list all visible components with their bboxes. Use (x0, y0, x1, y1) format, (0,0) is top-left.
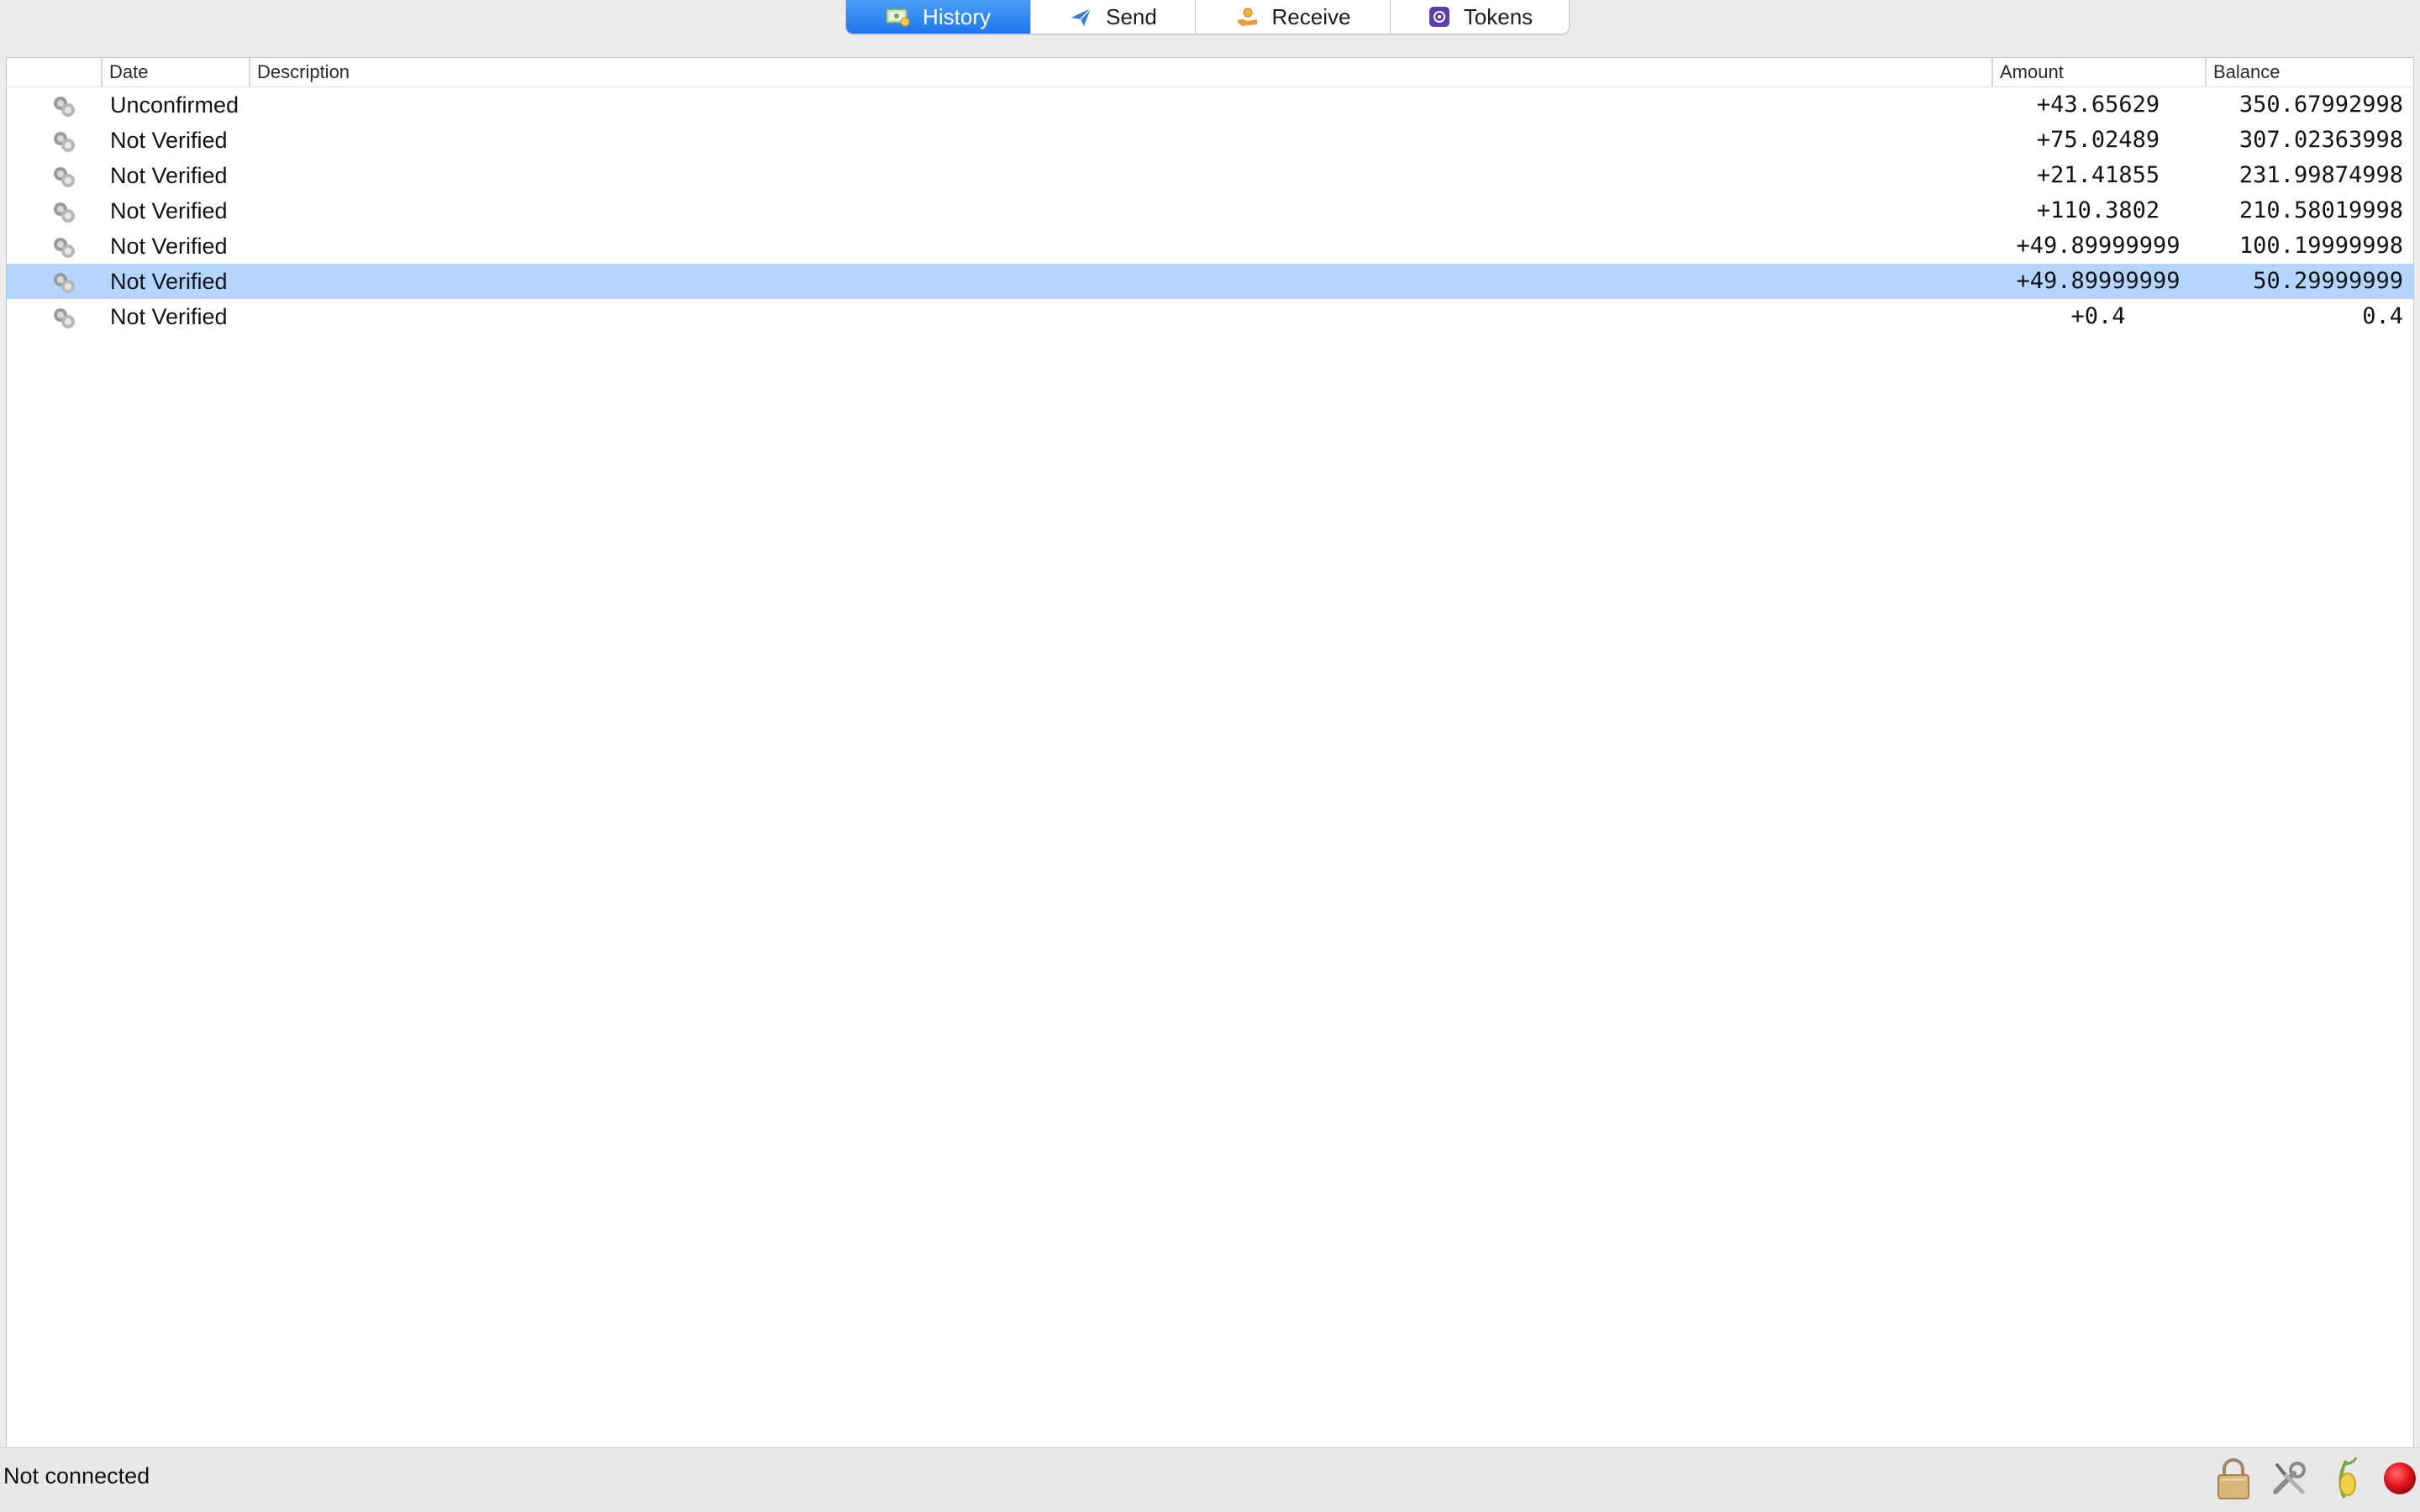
column-header-date[interactable]: Date (101, 58, 249, 87)
table-body: Unconfirmed +43.65629 350.67992998 Not V… (7, 87, 2413, 334)
transaction-status-icon (50, 93, 77, 117)
table-header: Date Description Amount Balance (7, 58, 2413, 87)
wallet-window: History Send Receive Tokens Date Descrip… (0, 0, 2420, 1512)
row-balance: 210.58019998 (2238, 197, 2403, 223)
tab-tokens-label: Tokens (1463, 3, 1534, 29)
row-balance: 307.02363998 (2238, 127, 2403, 153)
row-date: Not Verified (110, 163, 228, 188)
status-bar: Not connected (0, 1447, 2420, 1512)
network-status-icon[interactable] (2380, 1455, 2420, 1502)
row-amount: +0.4 (2070, 303, 2126, 329)
table-row[interactable]: Not Verified +0.4 0.4 (7, 299, 2413, 334)
row-balance: 231.99874998 (2238, 162, 2403, 188)
row-amount: +110.3802 (2036, 197, 2160, 223)
history-icon (886, 6, 911, 28)
transaction-status-icon (50, 199, 77, 223)
table-row[interactable]: Not Verified +21.41855 231.99874998 (7, 158, 2413, 193)
row-amount: +49.89999999 (2016, 268, 2181, 294)
row-balance: 350.67992998 (2238, 92, 2403, 118)
receive-icon (1235, 6, 1260, 28)
row-date: Not Verified (110, 234, 228, 259)
connection-status: Not connected (3, 1463, 150, 1488)
row-amount: +75.02489 (2036, 127, 2160, 153)
tab-send-label: Send (1106, 3, 1157, 29)
column-header-description[interactable]: Description (249, 58, 1991, 87)
transaction-status-icon (50, 164, 77, 187)
tab-send[interactable]: Send (1031, 0, 1196, 34)
column-header-amount[interactable]: Amount (1991, 58, 2205, 87)
transaction-status-icon (50, 234, 77, 258)
row-balance: 0.4 (2362, 303, 2403, 329)
row-date: Not Verified (110, 269, 228, 294)
table-row[interactable]: Not Verified +75.02489 307.02363998 (7, 123, 2413, 158)
send-icon (1069, 6, 1094, 28)
row-amount: +49.89999999 (2016, 233, 2181, 259)
transaction-status-icon (50, 129, 77, 152)
tools-icon[interactable] (2269, 1455, 2309, 1502)
row-date: Not Verified (110, 304, 228, 329)
column-header-balance[interactable]: Balance (2205, 58, 2413, 87)
row-date: Unconfirmed (110, 92, 239, 118)
table-row[interactable]: Unconfirmed +43.65629 350.67992998 (7, 87, 2413, 123)
table-row[interactable]: Not Verified +110.3802 210.58019998 (7, 193, 2413, 228)
tab-receive-label: Receive (1271, 3, 1351, 29)
tab-receive[interactable]: Receive (1196, 0, 1391, 34)
row-date: Not Verified (110, 198, 228, 223)
row-balance: 50.29999999 (2253, 268, 2403, 294)
row-balance: 100.19999998 (2238, 233, 2403, 259)
tab-bar: History Send Receive Tokens (845, 0, 1570, 34)
lock-icon[interactable] (2213, 1455, 2254, 1502)
transaction-status-icon (50, 305, 77, 328)
table-row-selected[interactable]: Not Verified +49.89999999 50.29999999 (7, 264, 2413, 299)
row-date: Not Verified (110, 128, 228, 153)
column-header-status[interactable] (7, 58, 101, 87)
seed-icon[interactable] (2324, 1455, 2365, 1502)
transaction-status-icon (50, 270, 77, 293)
table-row[interactable]: Not Verified +49.89999999 100.19999998 (7, 228, 2413, 264)
row-amount: +43.65629 (2036, 92, 2160, 118)
tab-history[interactable]: History (846, 0, 1031, 34)
status-icons (2213, 1455, 2420, 1502)
tab-tokens[interactable]: Tokens (1391, 0, 1569, 34)
history-table: Date Description Amount Balance Unconfir… (6, 57, 2414, 1448)
row-amount: +21.41855 (2036, 162, 2160, 188)
tab-history-label: History (923, 3, 991, 29)
tokens-icon (1427, 6, 1452, 28)
